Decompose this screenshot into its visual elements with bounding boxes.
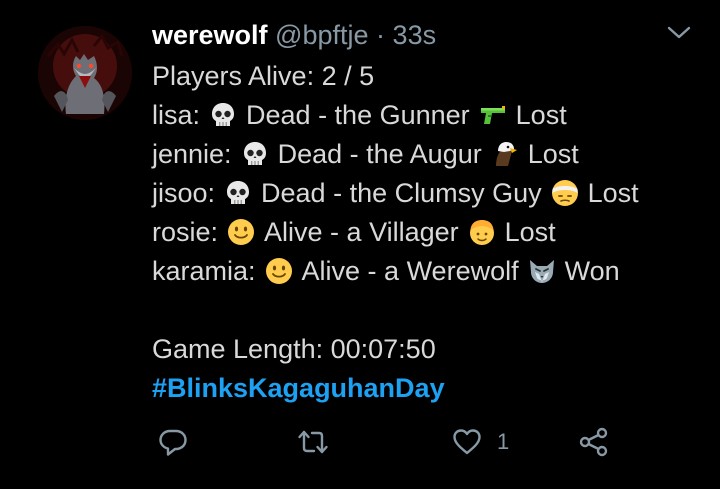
heart-icon [451, 426, 483, 458]
player-line: jennie: Dead - the Augur Lost [152, 135, 639, 174]
smiley-icon [264, 256, 294, 286]
share-icon [578, 426, 610, 458]
player-result: Lost [587, 178, 639, 208]
game-length-line: Game Length: 00:07:50 [152, 330, 639, 369]
eagle-icon [490, 139, 520, 169]
player-line: rosie: Alive - a Villager Lost [152, 213, 639, 252]
retweet-icon [297, 426, 329, 458]
player-result: Won [564, 256, 620, 286]
player-status: Dead - the Clumsy Guy [261, 178, 542, 208]
tweet-actions: 1 [0, 422, 720, 462]
player-result: Lost [527, 139, 579, 169]
player-name: karamia: [152, 256, 256, 286]
tweet-body: Players Alive: 2 / 5 lisa: Dead - the Gu… [152, 57, 639, 408]
game-length-text: Game Length: 00:07:50 [152, 334, 436, 364]
players-alive-text: Players Alive: 2 / 5 [152, 61, 375, 91]
skull-icon [223, 178, 253, 208]
bandaged-face-icon [550, 178, 580, 208]
avatar[interactable] [38, 26, 132, 120]
wolf-icon [527, 256, 557, 286]
werewolf-avatar-image [38, 26, 132, 120]
more-options-chevron-down-icon[interactable] [666, 24, 692, 42]
hashtag-line: #BlinksKagaguhanDay [152, 369, 639, 408]
player-status: Alive - a Werewolf [301, 256, 519, 286]
person-icon [467, 217, 497, 247]
like-button[interactable]: 1 [437, 426, 509, 458]
skull-icon [240, 139, 270, 169]
player-name: rosie: [152, 217, 219, 247]
author-handle[interactable]: @bpftje [275, 20, 368, 50]
separator: · [376, 20, 386, 50]
player-result: Lost [515, 100, 567, 130]
reply-button[interactable] [157, 426, 189, 458]
player-line: lisa: Dead - the Gunner Lost [152, 96, 639, 135]
player-name: jennie: [152, 139, 232, 169]
timestamp[interactable]: 33s [393, 20, 437, 50]
water-pistol-icon [478, 100, 508, 130]
like-count: 1 [497, 429, 510, 454]
player-status: Dead - the Augur [277, 139, 482, 169]
player-result: Lost [504, 217, 556, 247]
tweet[interactable]: werewolf @bpftje · 33s Players Alive: 2 … [0, 0, 720, 489]
reply-icon [157, 426, 189, 458]
players-alive-line: Players Alive: 2 / 5 [152, 57, 639, 96]
player-name: lisa: [152, 100, 201, 130]
smiley-icon [226, 217, 256, 247]
tweet-header: werewolf @bpftje · 33s [152, 18, 436, 52]
skull-icon [208, 100, 238, 130]
retweet-button[interactable] [297, 426, 329, 458]
hashtag-link[interactable]: #BlinksKagaguhanDay [152, 369, 445, 408]
share-button[interactable] [578, 426, 610, 458]
author-name[interactable]: werewolf [152, 20, 268, 50]
player-line: jisoo: Dead - the Clumsy Guy Lost [152, 174, 639, 213]
player-name: jisoo: [152, 178, 216, 208]
player-status: Dead - the Gunner [246, 100, 470, 130]
player-status: Alive - a Villager [264, 217, 459, 247]
player-line: karamia: Alive - a Werewolf Won [152, 252, 639, 291]
